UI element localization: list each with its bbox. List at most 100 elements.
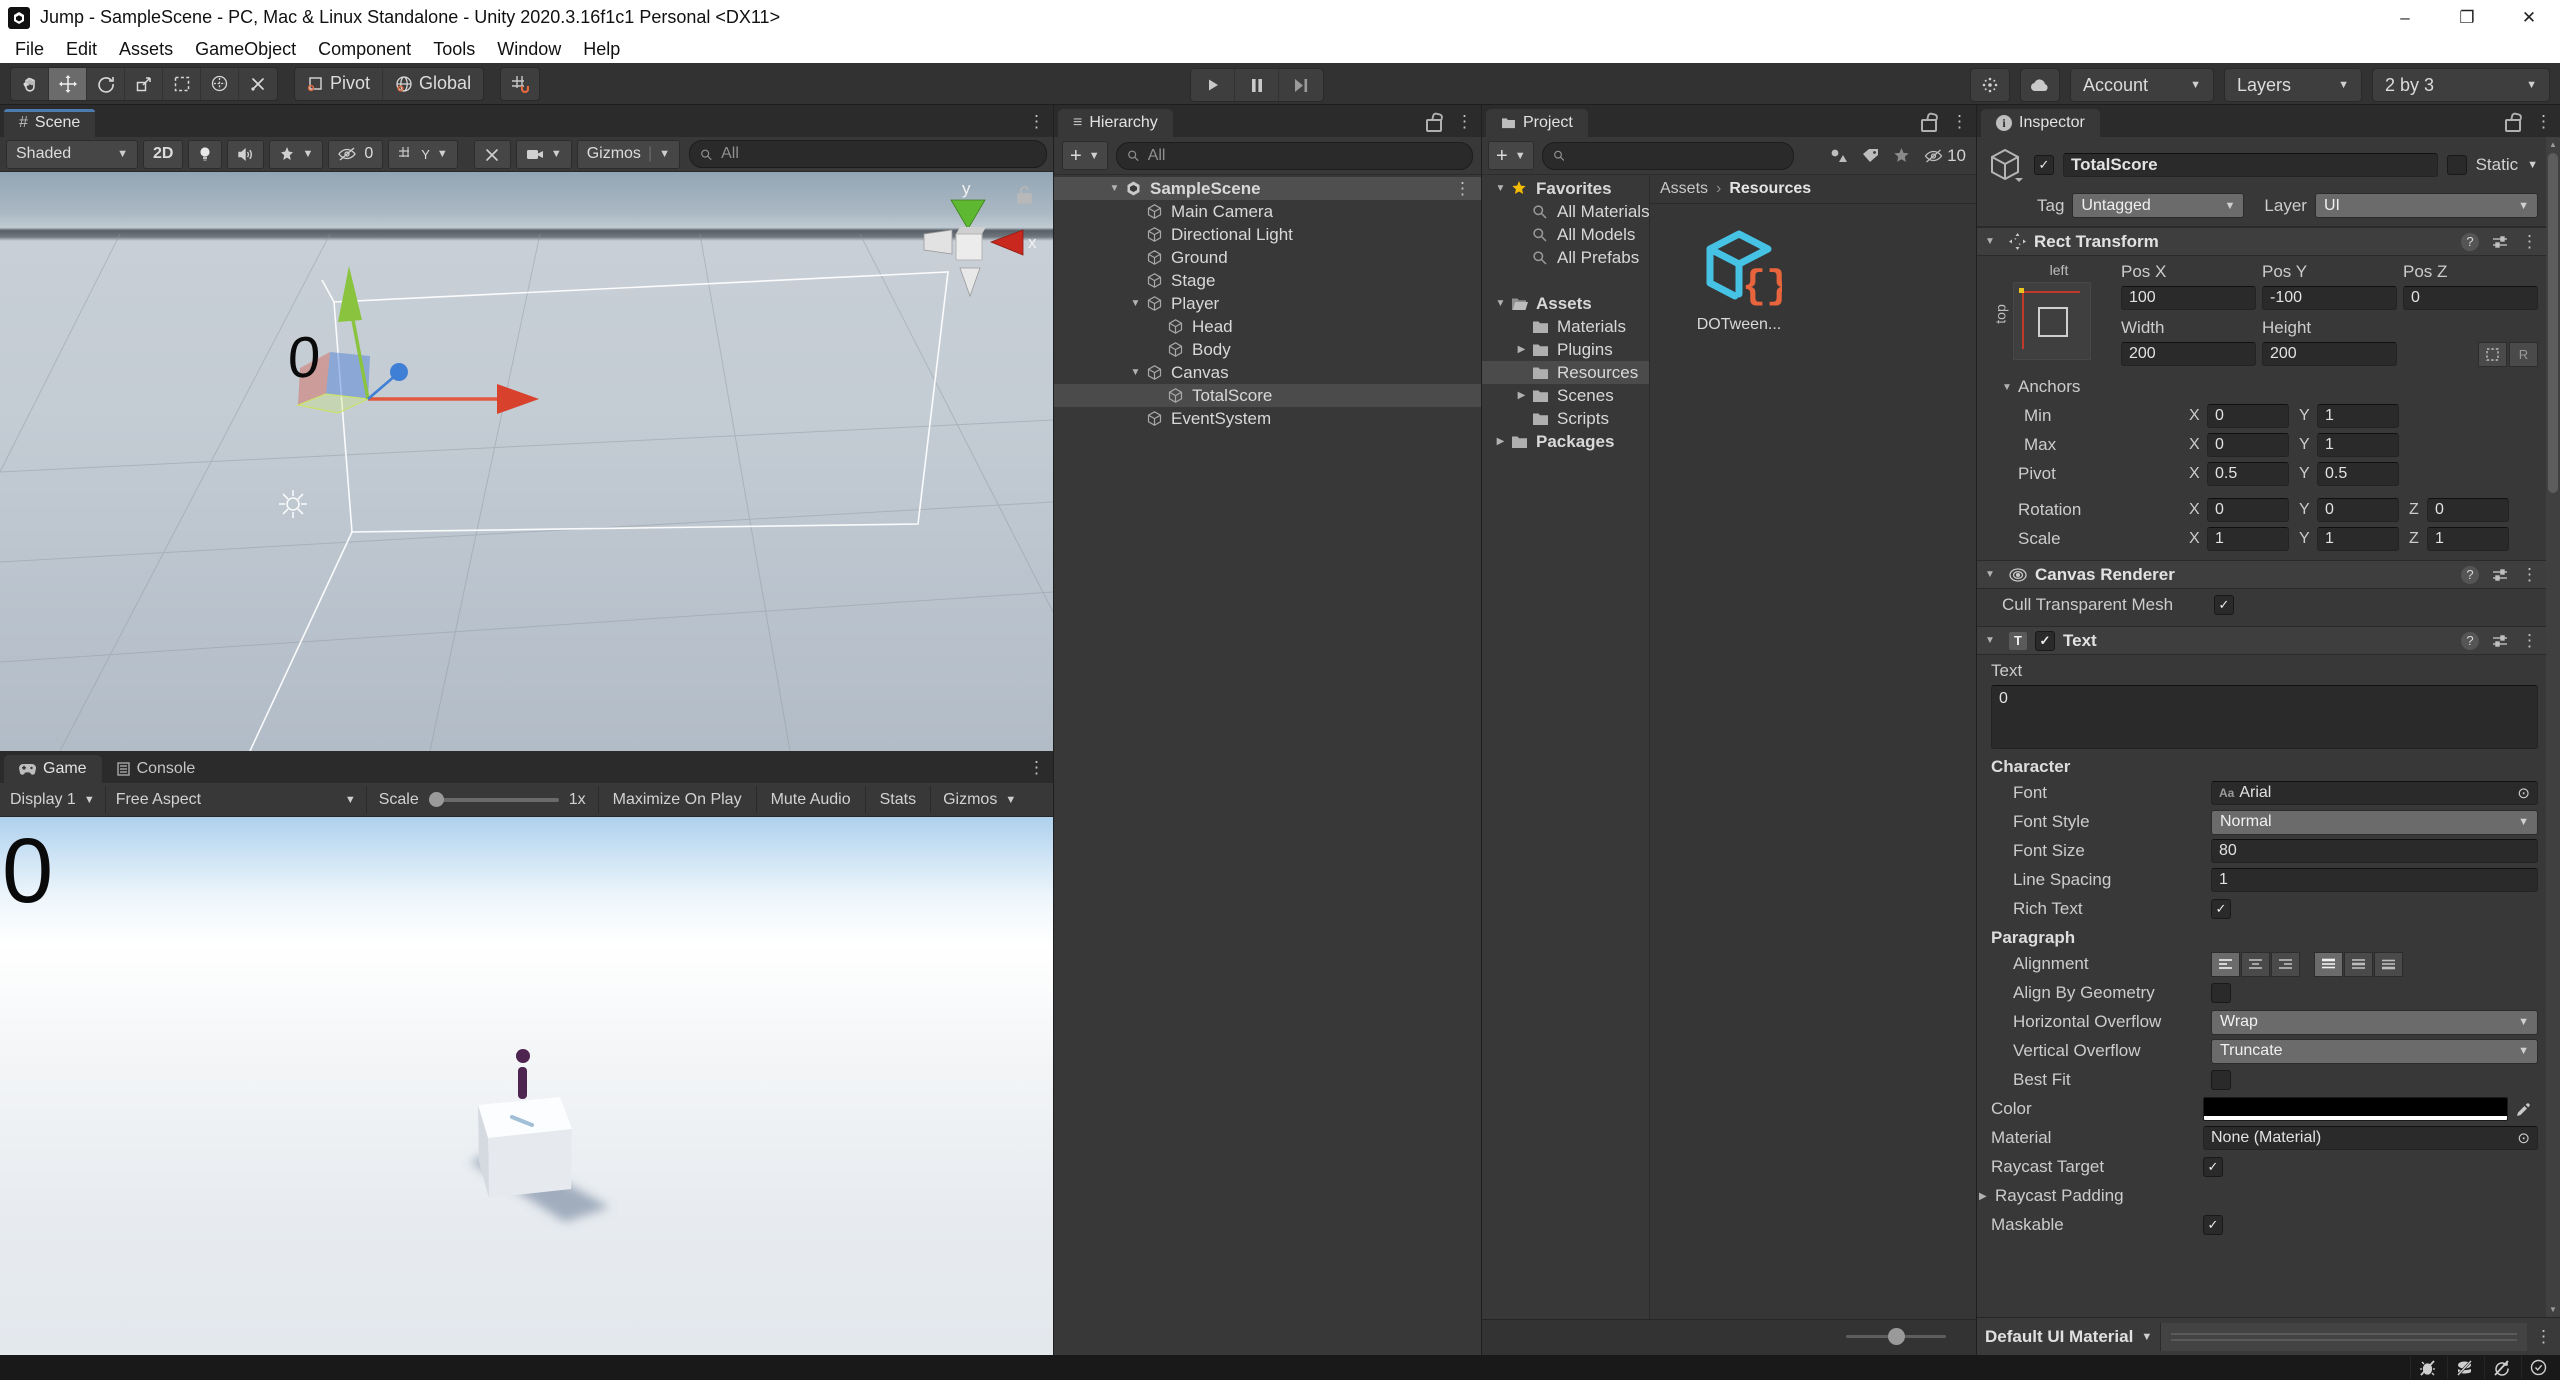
hierarchy-item-canvas[interactable]: ▼Canvas bbox=[1054, 361, 1481, 384]
transform-tool-button[interactable] bbox=[201, 68, 239, 100]
scale-z-field[interactable]: 1 bbox=[2427, 527, 2509, 551]
hierarchy-item-samplescene[interactable]: ▼SampleScene⋮ bbox=[1054, 177, 1481, 200]
project-folder-scripts[interactable]: Scripts bbox=[1482, 407, 1649, 430]
rotate-tool-button[interactable] bbox=[87, 68, 125, 100]
layout-dropdown[interactable]: 2 by 3▼ bbox=[2372, 68, 2550, 102]
hierarchy-item-stage[interactable]: Stage bbox=[1054, 269, 1481, 292]
asset-zoom-slider[interactable] bbox=[1846, 1335, 1946, 1338]
vertical-overflow-dropdown[interactable]: Truncate▼ bbox=[2211, 1039, 2538, 1064]
scene-search-input[interactable] bbox=[719, 144, 1036, 164]
font-object-field[interactable]: Aa Arial ⊙ bbox=[2211, 781, 2538, 805]
blueprint-mode-button[interactable] bbox=[2478, 342, 2507, 367]
gameobject-active-checkbox[interactable]: ✓ bbox=[2034, 155, 2054, 175]
menu-file[interactable]: File bbox=[4, 39, 55, 60]
scale-x-field[interactable]: 1 bbox=[2207, 527, 2289, 551]
pivot-toggle-button[interactable]: Pivot bbox=[295, 68, 382, 100]
project-folder-packages[interactable]: ▶Packages bbox=[1482, 430, 1649, 453]
anchor-min-x-field[interactable]: 0 bbox=[2207, 404, 2289, 428]
scale-slider-handle[interactable] bbox=[429, 792, 444, 807]
shading-mode-dropdown[interactable]: Shaded▼ bbox=[6, 140, 138, 169]
game-menu-icon[interactable]: ⋮ bbox=[1028, 759, 1045, 776]
anchor-preset-box[interactable] bbox=[2013, 282, 2091, 360]
cull-transparent-mesh-checkbox[interactable]: ✓ bbox=[2214, 595, 2234, 615]
pivot-x-field[interactable]: 0.5 bbox=[2207, 462, 2289, 486]
expander-icon[interactable]: ▶ bbox=[1511, 390, 1532, 401]
align-right-button[interactable] bbox=[2271, 952, 2300, 977]
pause-button[interactable] bbox=[1235, 69, 1279, 101]
scale-slider[interactable] bbox=[429, 798, 559, 802]
project-menu-icon[interactable]: ⋮ bbox=[1951, 113, 1968, 130]
foldout-icon[interactable]: ▼ bbox=[1985, 569, 2001, 580]
help-icon[interactable]: ? bbox=[2461, 632, 2479, 650]
tab-game[interactable]: Game bbox=[4, 755, 102, 783]
raycast-padding-row[interactable]: ▶ Raycast Padding bbox=[1979, 1183, 2538, 1209]
scene-effects-dropdown[interactable]: ▼ bbox=[269, 140, 323, 169]
mute-audio-button[interactable]: Mute Audio bbox=[757, 783, 865, 816]
static-checkbox[interactable] bbox=[2447, 155, 2467, 175]
width-field[interactable]: 200 bbox=[2121, 342, 2256, 366]
game-gizmos-dropdown[interactable]: Gizmos▼ bbox=[931, 783, 1028, 816]
rotation-z-field[interactable]: 0 bbox=[2427, 498, 2509, 522]
scene-audio-button[interactable] bbox=[227, 140, 264, 169]
align-by-geometry-checkbox[interactable] bbox=[2211, 983, 2231, 1003]
component-menu-icon[interactable]: ⋮ bbox=[2521, 566, 2538, 583]
menu-help[interactable]: Help bbox=[572, 39, 631, 60]
custom-tools-button[interactable] bbox=[239, 68, 277, 100]
tab-console[interactable]: Console bbox=[102, 755, 211, 783]
tag-dropdown[interactable]: Untagged▼ bbox=[2072, 193, 2244, 218]
anchor-max-x-field[interactable]: 0 bbox=[2207, 433, 2289, 457]
project-folder-all-prefabs[interactable]: All Prefabs bbox=[1482, 246, 1649, 269]
align-bottom-button[interactable] bbox=[2374, 952, 2403, 977]
project-folder-materials[interactable]: Materials bbox=[1482, 315, 1649, 338]
hierarchy-item-directional-light[interactable]: Directional Light bbox=[1054, 223, 1481, 246]
favorites-star-icon[interactable] bbox=[1893, 148, 1910, 164]
step-button[interactable] bbox=[1279, 69, 1323, 101]
debugger-disabled-icon[interactable] bbox=[2410, 1356, 2443, 1379]
menu-component[interactable]: Component bbox=[307, 39, 422, 60]
hierarchy-menu-icon[interactable]: ⋮ bbox=[1456, 113, 1473, 130]
object-picker-icon[interactable]: ⊙ bbox=[2517, 1129, 2530, 1147]
project-folder-all-materials[interactable]: All Materials bbox=[1482, 200, 1649, 223]
unity-services-icon[interactable] bbox=[1971, 69, 2009, 101]
raw-edit-mode-button[interactable]: R bbox=[2509, 342, 2538, 367]
lock-icon[interactable] bbox=[2505, 119, 2521, 132]
hierarchy-item-totalscore[interactable]: TotalScore bbox=[1054, 384, 1481, 407]
pos-z-field[interactable]: 0 bbox=[2403, 286, 2538, 310]
help-icon[interactable]: ? bbox=[2461, 566, 2479, 584]
expander-icon[interactable]: ▶ bbox=[1511, 344, 1532, 355]
align-middle-button[interactable] bbox=[2344, 952, 2373, 977]
component-menu-icon[interactable]: ⋮ bbox=[2521, 632, 2538, 649]
rotation-y-field[interactable]: 0 bbox=[2317, 498, 2399, 522]
rich-text-checkbox[interactable]: ✓ bbox=[2211, 899, 2231, 919]
layer-dropdown[interactable]: UI▼ bbox=[2315, 193, 2538, 218]
refresh-disabled-icon[interactable] bbox=[2484, 1356, 2517, 1379]
foldout-icon[interactable]: ▼ bbox=[1985, 635, 2001, 646]
project-folder-plugins[interactable]: ▶Plugins bbox=[1482, 338, 1649, 361]
play-button[interactable] bbox=[1191, 69, 1235, 101]
project-folder-assets[interactable]: ▼Assets bbox=[1482, 292, 1649, 315]
expander-icon[interactable]: ▼ bbox=[1490, 298, 1511, 309]
global-toggle-button[interactable]: Global bbox=[382, 68, 483, 100]
menu-window[interactable]: Window bbox=[486, 39, 572, 60]
scene-viewport[interactable]: y x 0 bbox=[0, 172, 1053, 751]
help-icon[interactable]: ? bbox=[2461, 233, 2479, 251]
inspector-menu-icon[interactable]: ⋮ bbox=[2535, 113, 2552, 130]
status-ok-icon[interactable] bbox=[2521, 1356, 2554, 1379]
display-dropdown[interactable]: Display 1▼ bbox=[0, 783, 105, 816]
asset-zoom-handle[interactable] bbox=[1888, 1328, 1905, 1345]
breadcrumb-parent[interactable]: Assets bbox=[1660, 180, 1708, 198]
expander-icon[interactable]: ▶ bbox=[1490, 436, 1511, 447]
text-value-area[interactable]: 0 bbox=[1991, 685, 2538, 749]
project-folder-resources[interactable]: Resources bbox=[1482, 361, 1649, 384]
grid-snap-button[interactable] bbox=[501, 68, 539, 100]
scrollbar-thumb[interactable] bbox=[2548, 153, 2558, 493]
project-folder-all-models[interactable]: All Models bbox=[1482, 223, 1649, 246]
anchor-min-y-field[interactable]: 1 bbox=[2317, 404, 2399, 428]
maximize-button[interactable]: ❐ bbox=[2436, 0, 2498, 35]
game-viewport[interactable]: 0 bbox=[0, 817, 1053, 1355]
tab-project[interactable]: Project bbox=[1486, 109, 1588, 137]
scene-lighting-button[interactable] bbox=[188, 140, 222, 169]
text-enabled-checkbox[interactable]: ✓ bbox=[2035, 631, 2055, 651]
lock-icon[interactable] bbox=[1921, 119, 1937, 132]
presets-icon[interactable] bbox=[2492, 568, 2508, 582]
